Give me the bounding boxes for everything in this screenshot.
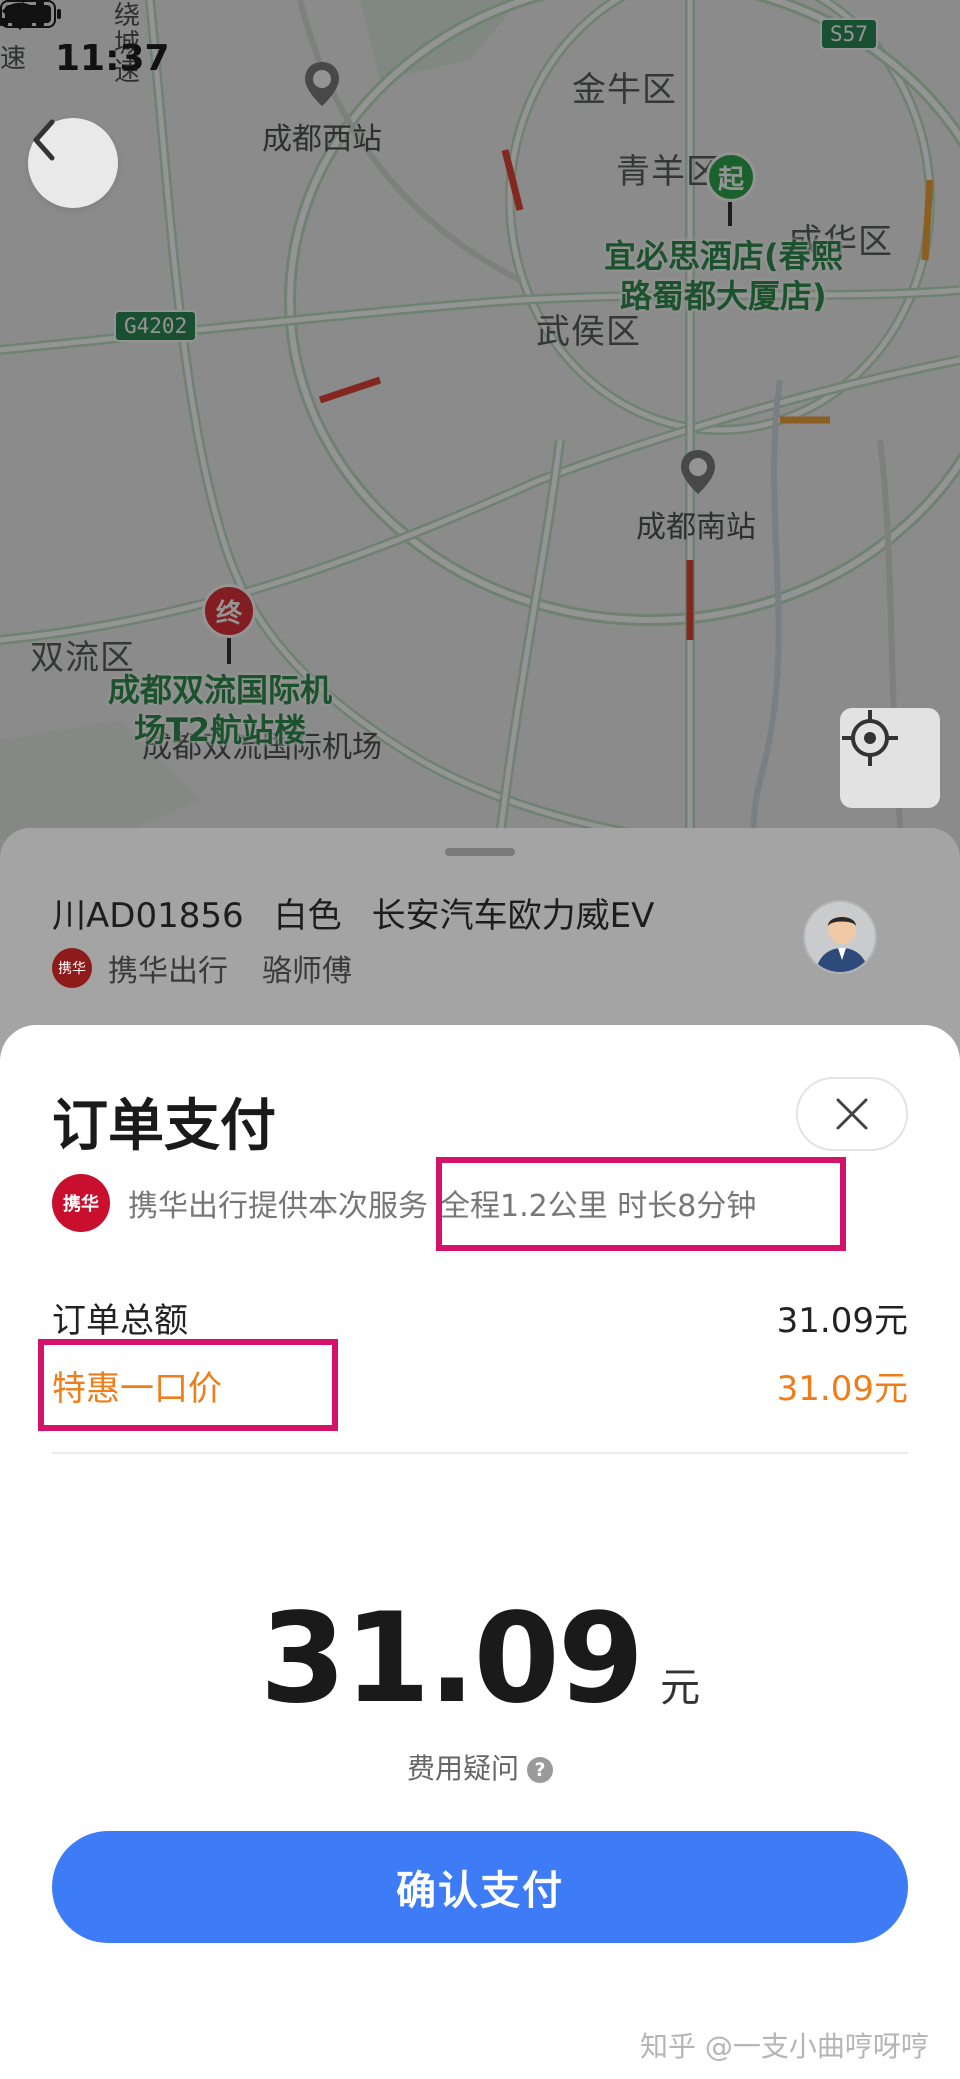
status-bar: 11:37 [0,0,960,120]
order-total-value: 31.09元 [776,1300,908,1341]
close-button[interactable] [796,1077,908,1151]
divider [52,1452,908,1454]
discount-highlight-box [38,1339,338,1431]
battery-icon [0,0,61,28]
order-total-row: 订单总额 31.09元 [52,1295,908,1341]
vehicle-info: 川AD01856 白色 长安汽车欧力威EV [52,888,684,937]
page-title: 订单支付 [52,1094,276,1159]
confirm-pay-button[interactable]: 确认支付 [52,1831,908,1943]
locate-me-button[interactable] [840,708,940,808]
watermark: 知乎 @一支小曲哼呀哼 [640,2030,929,2063]
provider-logo: 携华 [52,1174,110,1232]
back-button[interactable] [28,118,118,208]
order-total-label: 订单总额 [52,1300,188,1341]
vehicle-color: 白色 [273,896,342,936]
company-name: 携华出行 [108,954,228,989]
driver-name: 骆师傅 [262,954,352,989]
pay-amount-unit: 元 [660,1665,701,1711]
driver-company-row: 携华 携华出行 骆师傅 [52,946,352,990]
discount-value: 31.09元 [776,1368,908,1409]
pay-amount: 31.09 元 [0,1587,960,1731]
status-time: 11:37 [55,38,170,79]
license-plate: 川AD01856 [52,896,244,936]
drag-handle[interactable] [445,848,515,856]
question-icon: ? [527,1757,553,1783]
pay-amount-value: 31.09 [259,1587,644,1731]
fee-question-label: 费用疑问 [406,1752,519,1785]
vehicle-model: 长安汽车欧力威EV [371,896,655,936]
driver-avatar[interactable] [803,900,877,974]
avatar-icon [815,916,869,972]
trip-info-highlight-box [436,1157,846,1251]
close-icon [836,1098,868,1130]
payment-sheet: 订单支付 携华 携华出行提供本次服务 全程1.2公里 时长8分钟 订单总额 31… [0,1025,960,2079]
fee-question-link[interactable]: 费用疑问? [0,1747,960,1787]
crosshair-icon [842,710,898,766]
chevron-left-icon [33,119,55,161]
provider-text: 携华出行提供本次服务 [128,1189,428,1224]
company-logo: 携华 [52,948,92,988]
